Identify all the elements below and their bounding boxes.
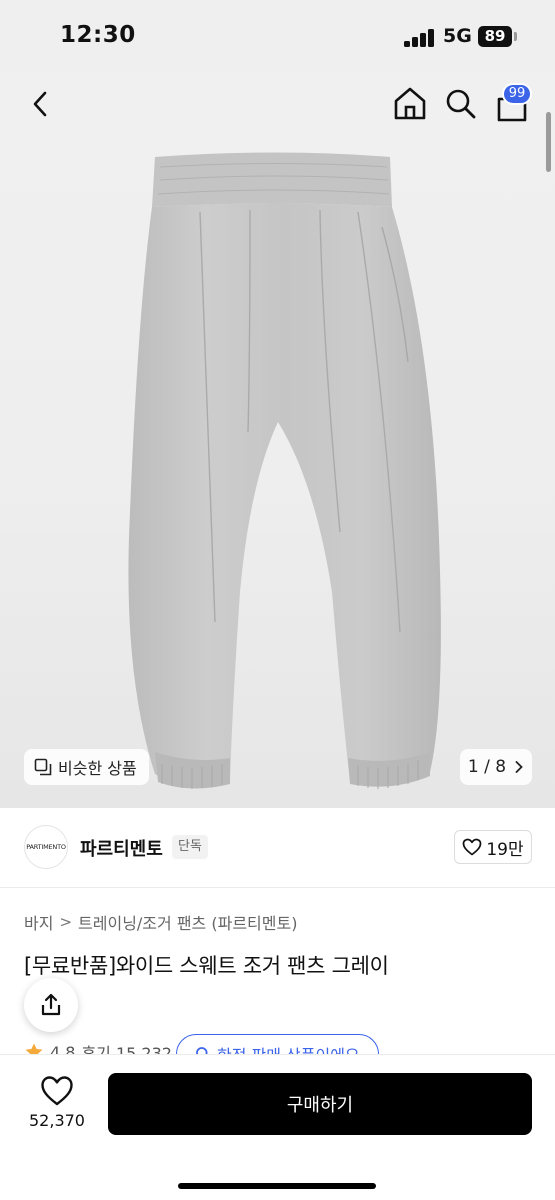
back-button[interactable] (26, 86, 56, 122)
breadcrumb: 바지 > 트레이닝/조거 팬츠 (파르티멘토) (24, 910, 297, 934)
similar-products-button[interactable]: 비슷한 상품 (24, 749, 149, 785)
breadcrumb-item[interactable]: 바지 (24, 910, 53, 934)
product-title: [무료반품]와이드 스웨트 조거 팬츠 그레이 (24, 954, 389, 978)
copy-icon (34, 758, 52, 776)
brand-logo[interactable]: PARTIMENTO (24, 825, 68, 869)
bottom-action-bar: 52,370 구매하기 (0, 1054, 555, 1200)
image-page-indicator[interactable]: 1 / 8 (460, 749, 532, 785)
exclusive-tag: 단독 (172, 835, 208, 859)
chevron-right-icon: > (59, 913, 73, 931)
brand-name[interactable]: 파르티멘토 (80, 835, 163, 861)
share-icon (41, 993, 61, 1016)
home-indicator (178, 1183, 376, 1189)
cart-count-badge: 99 (502, 83, 532, 105)
search-button[interactable] (444, 86, 478, 122)
status-time: 12:30 (60, 22, 136, 48)
heart-icon (463, 838, 482, 856)
chevron-left-icon (33, 91, 47, 117)
breadcrumb-item[interactable]: 트레이닝/조거 팬츠 (파르티멘토) (78, 910, 297, 934)
buy-button[interactable]: 구매하기 (108, 1073, 532, 1135)
home-icon (394, 87, 426, 120)
share-button[interactable] (24, 978, 78, 1032)
chevron-right-icon (515, 761, 523, 773)
page-indicator-label: 1 / 8 (467, 757, 507, 777)
brand-row[interactable]: PARTIMENTO 파르티멘토 단독 19만 (0, 808, 555, 888)
battery-icon: 89 (478, 26, 512, 47)
status-bar: 12:30 5G 89 (0, 0, 555, 72)
heart-icon[interactable] (40, 1075, 74, 1107)
battery-cap (514, 32, 517, 41)
search-icon (446, 89, 476, 119)
brand-like-count: 19만 (486, 839, 524, 860)
scrollbar[interactable] (546, 112, 551, 172)
signal-icon (404, 29, 436, 47)
network-label: 5G (443, 25, 472, 47)
product-image (128, 152, 441, 789)
brand-like-button[interactable]: 19만 (454, 830, 532, 864)
wish-count: 52,370 (29, 1111, 85, 1130)
product-image-carousel[interactable]: 99 비슷한 상품 1 / 8 (0, 72, 555, 808)
similar-products-label: 비슷한 상품 (58, 759, 137, 778)
home-button[interactable] (392, 84, 428, 124)
